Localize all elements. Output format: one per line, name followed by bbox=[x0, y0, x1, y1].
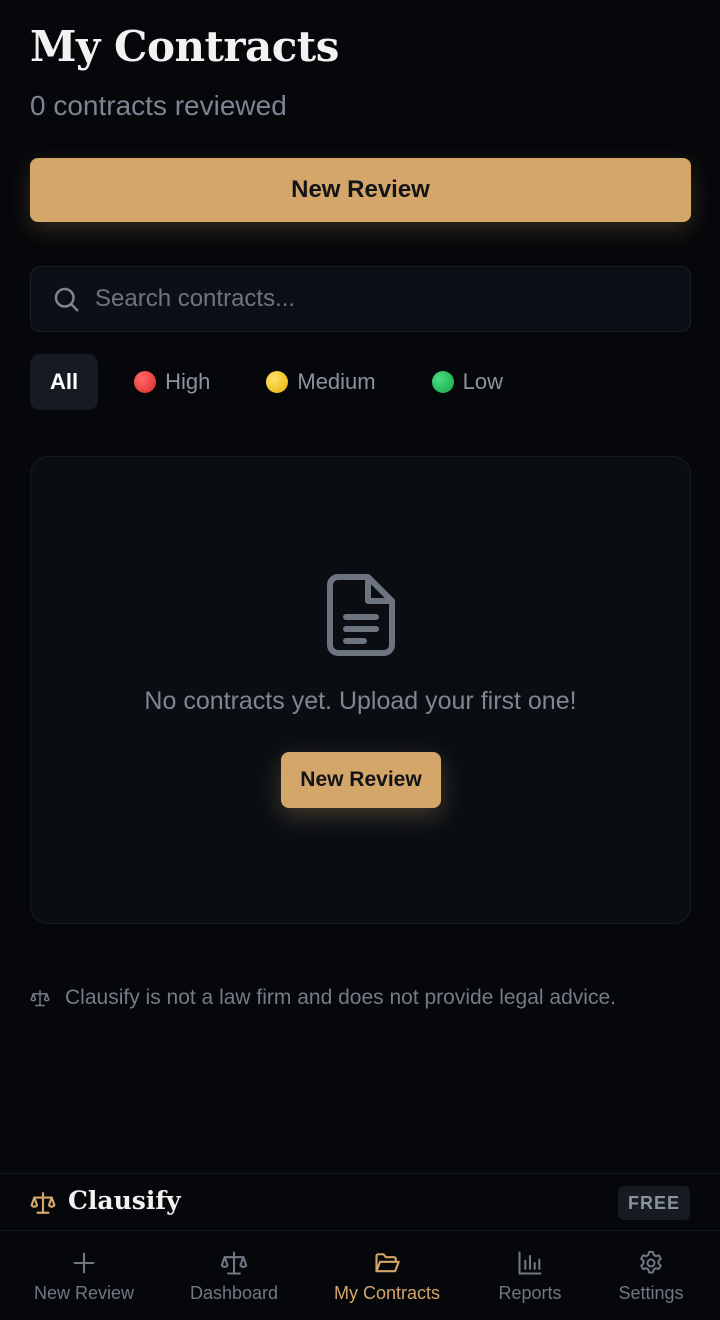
tab-reports[interactable]: Reports bbox=[478, 1232, 582, 1320]
search-input[interactable] bbox=[95, 285, 655, 313]
contracts-count: 0 contracts reviewed bbox=[30, 90, 287, 121]
tab-label: My Contracts bbox=[333, 1282, 441, 1303]
filter-label: Medium bbox=[297, 369, 376, 394]
bottom-tab-bar: New Review Dashboard My Contracts Report… bbox=[0, 1232, 720, 1320]
bar-chart-icon bbox=[518, 1250, 542, 1275]
gear-icon bbox=[640, 1250, 662, 1273]
green-dot-icon bbox=[431, 371, 454, 393]
red-dot-icon bbox=[134, 371, 157, 393]
tab-new-review[interactable]: New Review bbox=[20, 1232, 148, 1320]
legal-disclaimer: Clausify is not a law firm and does not … bbox=[30, 986, 616, 1010]
brand-bar: Clausify FREE bbox=[0, 1173, 720, 1231]
empty-state-new-review-button[interactable]: New Review bbox=[281, 752, 441, 808]
tab-label: Dashboard bbox=[189, 1282, 279, 1303]
plus-icon bbox=[73, 1252, 95, 1273]
filter-high[interactable]: High bbox=[114, 354, 230, 410]
page-title: My Contracts bbox=[30, 22, 339, 71]
my-contracts-screen: My Contracts 0 contracts reviewed New Re… bbox=[0, 0, 720, 1320]
document-icon bbox=[327, 574, 395, 656]
filter-all[interactable]: All bbox=[30, 354, 99, 410]
brand-name: Clausify bbox=[68, 1186, 181, 1215]
empty-state-message: No contracts yet. Upload your first one! bbox=[144, 687, 577, 715]
filter-label: High bbox=[165, 369, 211, 394]
scale-icon bbox=[220, 1250, 248, 1275]
tab-label: Reports bbox=[498, 1282, 562, 1303]
tab-my-contracts[interactable]: My Contracts bbox=[322, 1232, 452, 1320]
plan-badge: FREE bbox=[617, 1186, 690, 1220]
disclaimer-text: Clausify is not a law firm and does not … bbox=[65, 986, 616, 1009]
tab-label: New Review bbox=[33, 1282, 135, 1303]
tab-label: Settings bbox=[618, 1282, 684, 1303]
filter-label: All bbox=[50, 369, 79, 394]
tab-settings[interactable]: Settings bbox=[600, 1232, 702, 1320]
empty-state-card: No contracts yet. Upload your first one!… bbox=[30, 456, 691, 924]
new-review-button[interactable]: New Review bbox=[30, 158, 691, 222]
scale-icon bbox=[30, 989, 50, 1007]
search-bar[interactable] bbox=[30, 266, 691, 332]
tab-dashboard[interactable]: Dashboard bbox=[172, 1232, 296, 1320]
filter-low[interactable]: Low bbox=[412, 354, 523, 410]
folder-open-icon bbox=[375, 1252, 400, 1272]
filter-label: Low bbox=[462, 369, 503, 394]
scale-logo-icon bbox=[30, 1192, 56, 1214]
search-icon bbox=[51, 284, 81, 314]
yellow-dot-icon bbox=[266, 371, 289, 393]
risk-filter-group: All High Medium Low bbox=[30, 354, 539, 410]
filter-medium[interactable]: Medium bbox=[246, 354, 395, 410]
